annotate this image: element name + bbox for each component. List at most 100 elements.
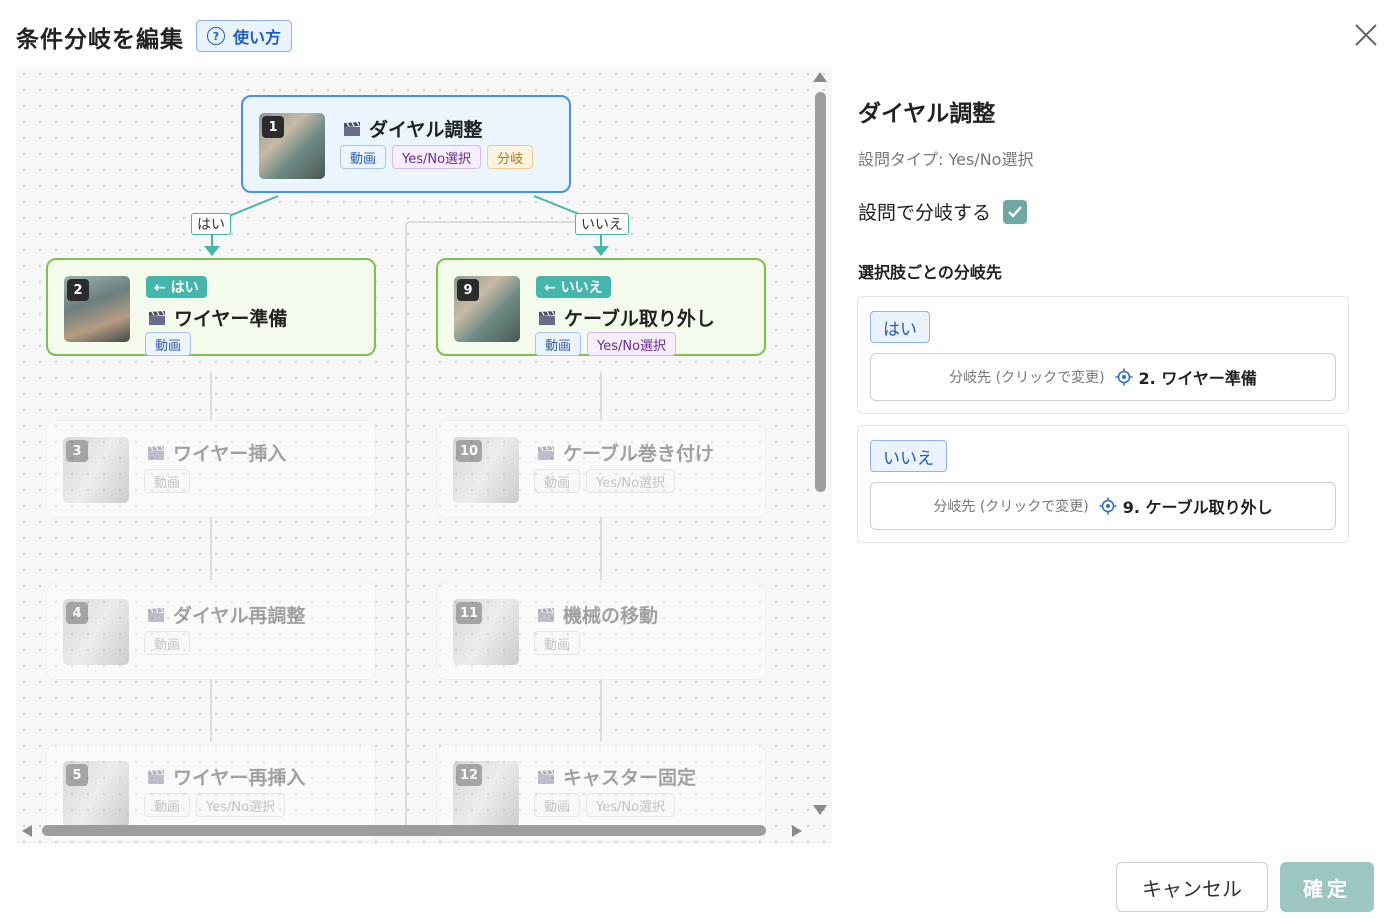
node-title: ワイヤー挿入 — [147, 439, 286, 466]
branch-source-badge: ← いいえ — [536, 276, 611, 298]
tag-video: 動画 — [534, 793, 581, 817]
flow-node-1[interactable]: 1 ダイヤル調整 動画 Yes/No選択 分岐 — [241, 95, 571, 193]
close-icon[interactable] — [1353, 22, 1379, 48]
help-button[interactable]: ? 使い方 — [196, 20, 293, 52]
cancel-button[interactable]: キャンセル — [1116, 862, 1268, 912]
option-card-no: いいえ 分岐先 (クリックで変更) 9. ケーブル取り外し — [857, 425, 1349, 543]
flow-node-4[interactable]: 4 ダイヤル再調整 動画 — [46, 582, 376, 680]
branch-source-badge: ← はい — [146, 276, 207, 298]
branch-checkbox[interactable] — [1003, 199, 1028, 224]
node-tags: 動画 Yes/No選択 分岐 — [340, 145, 534, 169]
node-tags: 動画 — [145, 332, 192, 356]
scroll-right-arrow-icon[interactable] — [792, 825, 802, 837]
clapperboard-icon — [538, 769, 554, 784]
node-tags: 動画 Yes/No選択 — [534, 793, 676, 817]
option-card-yes: はい 分岐先 (クリックで変更) 2. ワイヤー準備 — [857, 296, 1349, 414]
node-title-text: キャスター固定 — [563, 767, 697, 789]
node-title: キャスター固定 — [537, 763, 696, 790]
tag-yesno: Yes/No選択 — [196, 793, 286, 817]
clapperboard-icon — [148, 445, 164, 460]
node-title-text: ダイヤル再調整 — [173, 605, 306, 627]
node-title: ワイヤー準備 — [148, 304, 287, 331]
node-number-badge: 5 — [66, 764, 88, 786]
node-title: ケーブル巻き付け — [537, 439, 714, 466]
horizontal-scrollbar-thumb[interactable] — [42, 825, 766, 836]
clapperboard-icon — [538, 445, 554, 460]
dialog-header: 条件分岐を編集 ? 使い方 — [0, 0, 1391, 66]
tag-yesno: Yes/No選択 — [586, 793, 676, 817]
target-value-text: 2. ワイヤー準備 — [1138, 369, 1257, 388]
tag-video: 動画 — [534, 469, 581, 493]
flow-node-11[interactable]: 11 機械の移動 動画 — [436, 582, 766, 680]
tag-branch: 分岐 — [487, 145, 534, 169]
node-title: ダイヤル再調整 — [147, 601, 305, 628]
node-thumbnail: 5 — [63, 761, 129, 827]
node-number-badge: 2 — [67, 279, 89, 301]
scroll-left-arrow-icon[interactable] — [22, 825, 32, 837]
node-thumbnail: 2 — [64, 276, 130, 342]
tag-video: 動画 — [144, 793, 191, 817]
vertical-scrollbar-thumb[interactable] — [815, 92, 826, 492]
node-thumbnail: 3 — [63, 437, 129, 503]
node-number-badge: 12 — [456, 764, 483, 786]
node-tags: 動画 — [534, 631, 581, 655]
node-thumbnail: 10 — [453, 437, 519, 503]
node-detail-panel: ダイヤル調整 設問タイプ: Yes/No選択 設問で分岐する 選択肢ごとの分岐先… — [832, 66, 1391, 844]
scroll-up-arrow-icon[interactable] — [813, 72, 827, 82]
node-number-badge: 1 — [262, 116, 284, 138]
node-number-badge: 10 — [456, 440, 483, 462]
node-title-text: ワイヤー準備 — [174, 308, 288, 330]
scroll-down-arrow-icon[interactable] — [813, 805, 827, 815]
question-circle-icon: ? — [207, 27, 225, 45]
crosshair-icon — [1115, 368, 1133, 386]
node-number-badge: 4 — [66, 602, 88, 624]
branch-target-button[interactable]: 分岐先 (クリックで変更) 2. ワイヤー準備 — [870, 353, 1336, 401]
node-thumbnail: 4 — [63, 599, 129, 665]
flow-node-9[interactable]: 9 ← いいえ ケーブル取り外し 動画 Yes/No選択 — [436, 258, 766, 356]
node-tags: 動画 — [144, 631, 191, 655]
clapperboard-icon — [149, 310, 165, 325]
dialog-title: 条件分岐を編集 — [16, 27, 184, 53]
question-type: 設問タイプ: Yes/No選択 — [858, 150, 1034, 169]
node-number-badge: 11 — [456, 602, 483, 624]
flow-canvas[interactable]: はい いいえ 1 ダイヤル調整 動画 Yes/No選択 分岐 2 ← はい ワイ… — [16, 66, 832, 844]
tag-video: 動画 — [340, 145, 387, 169]
node-number-badge: 3 — [66, 440, 88, 462]
tag-yesno: Yes/No選択 — [392, 145, 482, 169]
clapperboard-icon — [148, 769, 164, 784]
flow-node-2[interactable]: 2 ← はい ワイヤー準備 動画 — [46, 258, 376, 356]
option-label: はい — [870, 311, 930, 343]
node-title: ワイヤー再挿入 — [147, 763, 305, 790]
node-title: ケーブル取り外し — [538, 304, 715, 331]
confirm-button[interactable]: 確定 — [1280, 862, 1374, 912]
node-title-text: ワイヤー挿入 — [173, 443, 287, 465]
clapperboard-icon — [148, 607, 164, 622]
branch-toggle[interactable]: 設問で分岐する — [858, 198, 1028, 225]
node-tags: 動画 Yes/No選択 — [534, 469, 676, 493]
tag-yesno: Yes/No選択 — [586, 469, 676, 493]
node-title-text: ケーブル巻き付け — [563, 443, 714, 465]
node-tags: 動画 — [144, 469, 191, 493]
tag-video: 動画 — [144, 469, 191, 493]
node-thumbnail: 1 — [259, 113, 325, 179]
clapperboard-icon — [344, 121, 360, 136]
panel-title: ダイヤル調整 — [858, 101, 996, 127]
flow-node-10[interactable]: 10 ケーブル巻き付け 動画 Yes/No選択 — [436, 420, 766, 518]
target-value: 9. ケーブル取り外し — [1099, 494, 1273, 518]
branch-target-button[interactable]: 分岐先 (クリックで変更) 9. ケーブル取り外し — [870, 482, 1336, 530]
option-label: いいえ — [870, 440, 947, 472]
node-title-text: ダイヤル調整 — [369, 119, 483, 141]
section-title: 選択肢ごとの分岐先 — [858, 263, 1002, 282]
target-value-text: 9. ケーブル取り外し — [1122, 498, 1273, 517]
crosshair-icon — [1099, 497, 1117, 515]
node-title: 機械の移動 — [537, 601, 658, 628]
tag-yesno: Yes/No選択 — [587, 332, 677, 356]
flow-node-3[interactable]: 3 ワイヤー挿入 動画 — [46, 420, 376, 518]
help-label: 使い方 — [233, 28, 282, 47]
node-thumbnail: 12 — [453, 761, 519, 827]
branch-toggle-label: 設問で分岐する — [858, 202, 992, 224]
node-number-badge: 9 — [457, 279, 479, 301]
target-hint: 分岐先 (クリックで変更) — [949, 370, 1105, 386]
tag-video: 動画 — [535, 332, 582, 356]
edge-label-yes: はい — [191, 213, 231, 235]
